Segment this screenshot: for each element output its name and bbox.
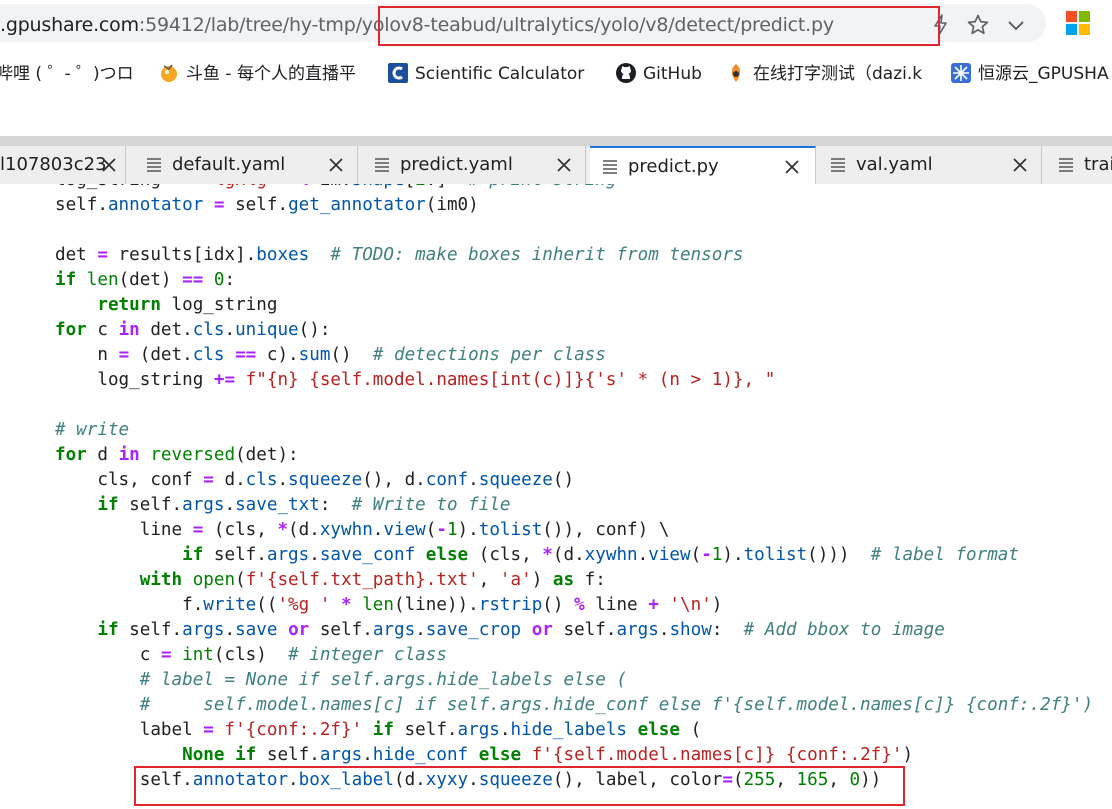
code-line[interactable]: if self.args.save_conf else (cls, *(d.xy… xyxy=(55,543,1019,568)
bookmark-bilibili[interactable]: 哔哩 ( ゜- ゜)つロ xyxy=(0,62,134,86)
tab-notebook[interactable]: l107803c23 xyxy=(0,146,126,185)
bookmark-github[interactable]: GitHub xyxy=(615,62,702,86)
code-line[interactable]: # write xyxy=(55,418,129,443)
code-line[interactable]: for d in reversed(det): xyxy=(55,443,299,468)
bookmark-label: 在线打字测试（dazi.k xyxy=(753,64,923,84)
bookmark-scientific-calculator[interactable]: Scientific Calculator xyxy=(387,62,584,86)
code-line[interactable]: n = (det.cls == c).sum() # detections pe… xyxy=(55,343,606,368)
jupyterlab-top-divider xyxy=(0,136,1112,146)
tab-label: val.yaml xyxy=(856,154,933,175)
file-icon xyxy=(603,160,617,174)
tab-label: trai xyxy=(1084,154,1112,175)
code-line[interactable]: label = f'{conf:.2f}' if self.args.hide_… xyxy=(55,718,701,743)
code-line[interactable]: cls, conf = d.cls.squeeze(), d.conf.sque… xyxy=(55,468,574,493)
github-icon xyxy=(616,63,636,83)
tab-label: default.yaml xyxy=(172,154,286,175)
code-line[interactable]: if self.args.save_txt: # Write to file xyxy=(55,493,510,518)
tab-val-yaml[interactable]: val.yaml xyxy=(818,146,1042,185)
close-icon[interactable] xyxy=(1012,157,1028,173)
bookmarks-bar: 哔哩 ( ゜- ゜)つロ 斗鱼 - 每个人的直播平 Scientific Cal… xyxy=(0,54,1112,94)
tab-predict-yaml[interactable]: predict.yaml xyxy=(362,146,586,185)
close-icon[interactable] xyxy=(784,159,800,175)
code-line[interactable]: # self.model.names[c] if self.args.hide_… xyxy=(55,693,1093,718)
bookmark-douyu[interactable]: 斗鱼 - 每个人的直播平 xyxy=(158,62,356,86)
code-line[interactable]: det = results[idx].boxes # TODO: make bo… xyxy=(55,243,744,268)
file-icon xyxy=(831,158,845,172)
code-line[interactable]: if len(det) == 0: xyxy=(55,268,235,293)
file-icon xyxy=(1059,158,1073,172)
bookmark-label: 斗鱼 - 每个人的直播平 xyxy=(186,64,356,84)
microsoft-icon[interactable] xyxy=(1066,11,1090,35)
bookmark-label: Scientific Calculator xyxy=(415,64,585,84)
browser-toolbar: .gpushare.com:59412/lab/tree/hy-tmp/yolo… xyxy=(0,0,1112,46)
code-line[interactable]: f.write(('%g ' * len(line)).rstrip() % l… xyxy=(55,593,722,618)
file-icon xyxy=(147,158,161,172)
code-line[interactable]: c = int(cls) # integer class xyxy=(55,643,447,668)
code-line[interactable]: None if self.args.hide_conf else f'{self… xyxy=(55,743,913,768)
bookmark-dazi[interactable]: 在线打字测试（dazi.k xyxy=(725,62,922,86)
typing-test-icon xyxy=(731,64,741,82)
calculator-icon xyxy=(388,63,408,83)
url-host: .gpushare.com xyxy=(0,14,139,36)
tab-label: predict.py xyxy=(628,156,719,177)
code-line[interactable]: log_string += f"{n} {self.model.names[in… xyxy=(55,368,775,393)
close-icon[interactable] xyxy=(328,157,344,173)
file-icon xyxy=(375,158,389,172)
tab-train[interactable]: trai xyxy=(1046,146,1112,185)
chevron-down-icon[interactable] xyxy=(1004,13,1028,37)
bookmark-label: 哔哩 ( ゜- ゜)つロ xyxy=(0,64,134,84)
bookmark-label: GitHub xyxy=(643,64,702,84)
code-line[interactable]: log_string += '%gx%g ' % im.shape[2:] # … xyxy=(55,184,616,193)
close-icon[interactable] xyxy=(101,157,117,173)
code-line[interactable]: return log_string xyxy=(55,293,277,318)
code-line[interactable]: with open(f'{self.txt_path}.txt', 'a') a… xyxy=(55,568,606,593)
close-icon[interactable] xyxy=(556,157,572,173)
code-line[interactable]: line = (cls, *(d.xywhn.view(-1).tolist()… xyxy=(55,518,670,543)
gpushare-icon xyxy=(951,63,971,83)
bookmark-label: 恒源云_GPUSHA xyxy=(978,64,1109,84)
code-editor[interactable]: log_string += '%gx%g ' % im.shape[2:] # … xyxy=(0,184,1112,809)
url-highlight-box xyxy=(378,6,940,46)
code-highlight-box xyxy=(134,766,905,806)
douyu-icon xyxy=(161,64,177,82)
editor-tab-bar: l107803c23 default.yaml predict.yaml pre… xyxy=(0,146,1112,186)
code-line[interactable]: for c in det.cls.unique(): xyxy=(55,318,330,343)
tab-label: l107803c23 xyxy=(0,154,107,175)
tab-predict-py[interactable]: predict.py xyxy=(590,146,816,186)
tab-default-yaml[interactable]: default.yaml xyxy=(134,146,358,185)
bookmark-gpushare[interactable]: 恒源云_GPUSHA xyxy=(950,62,1109,86)
code-line[interactable]: if self.args.save or self.args.save_crop… xyxy=(55,618,944,643)
code-line[interactable]: self.annotator = self.get_annotator(im0) xyxy=(55,193,479,218)
tab-label: predict.yaml xyxy=(400,154,513,175)
code-line[interactable]: # label = None if self.args.hide_labels … xyxy=(55,668,627,693)
star-icon[interactable] xyxy=(966,13,990,37)
